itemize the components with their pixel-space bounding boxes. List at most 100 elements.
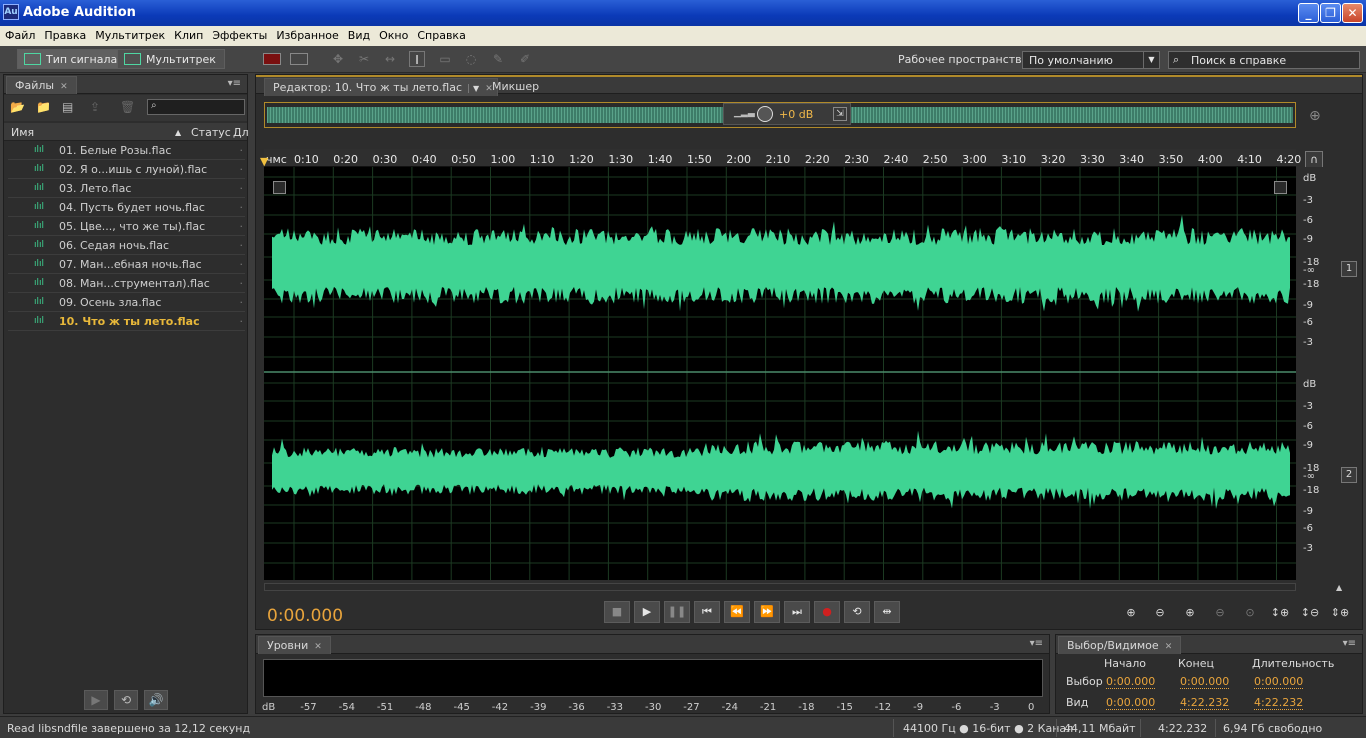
file-list-item[interactable]: ılıl 06. Седая ночь.flac ·: [8, 236, 245, 255]
go-to-end-button[interactable]: ⏭: [784, 601, 810, 623]
view-duration-value[interactable]: 4:22.232: [1254, 696, 1304, 710]
file-list-item[interactable]: ılıl 04. Пусть будет ночь.flac ·: [8, 198, 245, 217]
chevron-down-icon[interactable]: ▼: [468, 84, 480, 93]
import-icon[interactable]: 📁: [36, 100, 52, 114]
lasso-tool-icon[interactable]: ◌: [463, 51, 479, 67]
marquee-tool-icon[interactable]: ▭: [437, 51, 453, 67]
tab-files[interactable]: Файлы ✕: [6, 76, 77, 94]
time-selection-tool-icon[interactable]: I: [409, 51, 425, 67]
scroll-up-icon[interactable]: ▲: [1336, 583, 1342, 592]
pause-button[interactable]: ❚❚: [664, 601, 690, 623]
gain-hud[interactable]: ▁▂▃ +0 dB ⇲: [723, 103, 851, 125]
zoom-out-amplitude-icon[interactable]: ⊖: [1150, 604, 1170, 622]
panel-menu-icon[interactable]: ▾≡: [1343, 638, 1356, 649]
selection-end-value[interactable]: 0:00.000: [1180, 675, 1230, 689]
move-tool-icon[interactable]: ✥: [330, 51, 346, 67]
open-folder-icon[interactable]: 📂: [10, 100, 26, 114]
selection-start-value[interactable]: 0:00.000: [1106, 675, 1156, 689]
zoom-in-amplitude-icon[interactable]: ⊕: [1121, 604, 1141, 622]
menu-effects[interactable]: Эффекты: [207, 26, 271, 42]
menu-edit[interactable]: Правка: [39, 26, 90, 42]
horizontal-scrollbar[interactable]: [264, 583, 1296, 591]
insert-icon[interactable]: ⇪: [90, 100, 106, 114]
tab-selection-view[interactable]: Выбор/Видимое ✕: [1058, 636, 1182, 654]
menu-multitrack[interactable]: Мультитрек: [90, 26, 169, 42]
trash-icon[interactable]: 🗑: [120, 100, 136, 114]
zoom-out-time-icon[interactable]: ⊖: [1210, 604, 1230, 622]
current-time-display[interactable]: 0:00.000: [267, 606, 343, 626]
spectral-pitch-icon[interactable]: [290, 53, 308, 65]
menu-file[interactable]: Файл: [0, 26, 39, 42]
col-status-header[interactable]: Статус: [191, 126, 231, 139]
sort-icon[interactable]: ▲: [175, 128, 181, 137]
menu-window[interactable]: Окно: [374, 26, 412, 42]
menu-help[interactable]: Справка: [412, 26, 469, 42]
col-name-header[interactable]: Имя: [11, 126, 34, 139]
files-search-input[interactable]: ⌕: [147, 99, 245, 115]
menu-view[interactable]: Вид: [343, 26, 374, 42]
spot-healing-tool-icon[interactable]: ✐: [517, 51, 533, 67]
zoom-selection-icon[interactable]: ⇕⊕: [1330, 604, 1350, 622]
menu-favorites[interactable]: Избранное: [271, 26, 342, 42]
record-button[interactable]: ●: [814, 601, 840, 623]
play-icon[interactable]: ▶: [84, 690, 108, 710]
panel-menu-icon[interactable]: ▾≡: [228, 78, 241, 89]
spectral-frequency-icon[interactable]: [263, 53, 281, 65]
close-icon[interactable]: ✕: [60, 82, 68, 92]
new-file-icon[interactable]: ▤: [62, 100, 78, 114]
razor-tool-icon[interactable]: ✂: [356, 51, 372, 67]
selection-duration-value[interactable]: 0:00.000: [1254, 675, 1304, 689]
skip-selection-button[interactable]: ⇹: [874, 601, 900, 623]
view-end-value[interactable]: 4:22.232: [1180, 696, 1230, 710]
brush-tool-icon[interactable]: ✎: [490, 51, 506, 67]
waveform-display[interactable]: [264, 167, 1296, 580]
tab-editor[interactable]: Редактор: 10. Что ж ты лето.flac ▼ ✕: [264, 78, 498, 96]
minimize-button[interactable]: _: [1298, 3, 1319, 23]
fast-forward-button[interactable]: ⏩: [754, 601, 780, 623]
file-list-item[interactable]: ılıl 08. Ман...струментал).flac ·: [8, 274, 245, 293]
zoom-overview-icon[interactable]: ⊕: [1309, 108, 1321, 124]
fade-in-handle[interactable]: [273, 181, 286, 194]
snap-magnet-icon[interactable]: ∩: [1305, 151, 1323, 168]
channel-label[interactable]: 2: [1341, 467, 1357, 483]
file-list-item[interactable]: ılıl 10. Что ж ты лето.flac ·: [8, 312, 245, 331]
file-list-item[interactable]: ılıl 05. Цве..., что же ты).flac ·: [8, 217, 245, 236]
rewind-button[interactable]: ⏪: [724, 601, 750, 623]
zoom-full-icon[interactable]: ⊙: [1240, 604, 1260, 622]
close-icon[interactable]: ✕: [1165, 642, 1173, 652]
pin-icon[interactable]: ⇲: [833, 107, 847, 121]
tab-levels[interactable]: Уровни ✕: [258, 636, 331, 654]
file-list-item[interactable]: ılıl 03. Лето.flac ·: [8, 179, 245, 198]
volume-knob[interactable]: [757, 106, 773, 122]
fade-out-handle[interactable]: [1274, 181, 1287, 194]
stop-button[interactable]: ■: [604, 601, 630, 623]
slip-tool-icon[interactable]: ↔: [382, 51, 398, 67]
go-to-start-button[interactable]: ⏮: [694, 601, 720, 623]
speaker-icon[interactable]: 🔊: [144, 690, 168, 710]
panel-menu-icon[interactable]: ▾≡: [1030, 638, 1043, 649]
play-button[interactable]: ▶: [634, 601, 660, 623]
col-duration-header[interactable]: Дл: [233, 126, 249, 139]
maximize-button[interactable]: ❐: [1320, 3, 1341, 23]
waveform-view-button[interactable]: Тип сигнала: [17, 49, 127, 69]
file-list-item[interactable]: ılıl 07. Ман...ебная ночь.flac ·: [8, 255, 245, 274]
multitrack-view-button[interactable]: Мультитрек: [117, 49, 225, 69]
view-start-value[interactable]: 0:00.000: [1106, 696, 1156, 710]
zoom-in-point-icon[interactable]: ↕⊕: [1270, 604, 1290, 622]
loop-icon[interactable]: ⟲: [114, 690, 138, 710]
close-icon[interactable]: ✕: [314, 642, 322, 652]
help-search-input[interactable]: ⌕ Поиск в справке: [1168, 51, 1360, 69]
close-button[interactable]: ✕: [1342, 3, 1363, 23]
zoom-out-point-icon[interactable]: ↕⊖: [1300, 604, 1320, 622]
waveform-channel: [272, 430, 1290, 509]
time-ruler[interactable]: чмс ▼ 0:10 0:20 0:30 0:40 0:50 1:00 1:10 1:20 1:30…: [260, 149, 1301, 168]
channel-label[interactable]: 1: [1341, 261, 1357, 277]
workspace-select[interactable]: По умолчанию ▼: [1022, 51, 1160, 69]
tab-mixer[interactable]: Микшер: [484, 78, 547, 96]
file-list-item[interactable]: ılıl 09. Осень зла.flac ·: [8, 293, 245, 312]
menu-clip[interactable]: Клип: [169, 26, 207, 42]
file-list-item[interactable]: ılıl 01. Белые Розы.flac ·: [8, 141, 245, 160]
zoom-in-time-icon[interactable]: ⊕: [1180, 604, 1200, 622]
loop-playback-button[interactable]: ⟲: [844, 601, 870, 623]
file-list-item[interactable]: ılıl 02. Я о...ишь с луной).flac ·: [8, 160, 245, 179]
